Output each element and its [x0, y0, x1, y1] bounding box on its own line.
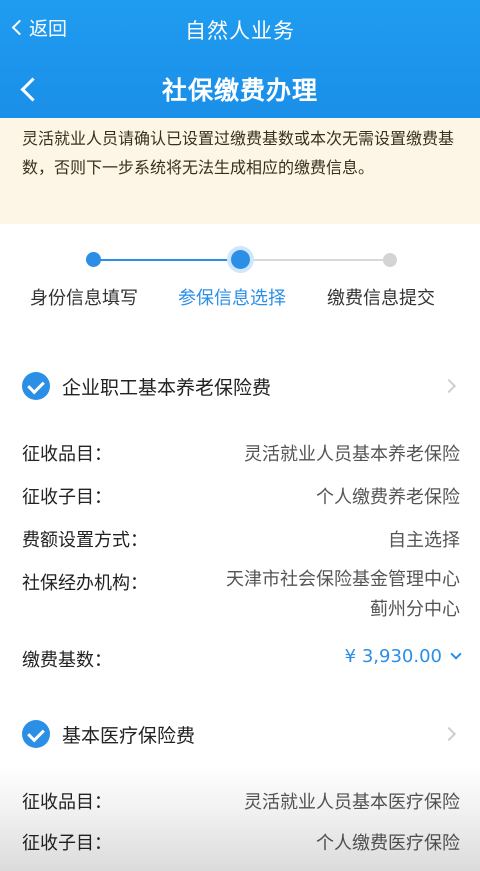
row-key: 缴费基数： [22, 650, 112, 671]
step-line-todo [240, 259, 390, 261]
main-card: 身份信息填写 参保信息选择 缴费信息提交 企业职工基本养老保险费 征收品目： 灵… [0, 224, 480, 871]
app-header-row: 返回 自然人业务 [0, 0, 480, 60]
step-dot-3 [383, 253, 397, 267]
check-circle-icon[interactable] [22, 372, 50, 400]
page-title: 社保缴费办理 [161, 76, 318, 105]
fee-base-value: ¥ 3,930.00 [344, 646, 442, 667]
chevron-right-icon [441, 726, 457, 742]
nav-bar: 社保缴费办理 [0, 60, 480, 118]
section-title: 基本医疗保险费 [62, 724, 196, 747]
app-title: 自然人业务 [185, 19, 295, 43]
section-title: 企业职工基本养老保险费 [62, 376, 272, 399]
row-value-line2: 蓟州分中心 [370, 599, 460, 620]
row-key: 征收品目： [22, 792, 112, 813]
check-circle-icon[interactable] [22, 720, 50, 748]
chevron-left-icon [11, 19, 28, 36]
section-medical-header[interactable]: 基本医疗保险费 [0, 711, 480, 757]
row-value: 个人缴费养老保险 [316, 487, 460, 508]
chevron-down-icon [450, 648, 462, 660]
step-label-3: 缴费信息提交 [327, 288, 435, 309]
row-value: 灵活就业人员基本医疗保险 [244, 792, 460, 813]
row-key: 征收子目： [22, 487, 112, 508]
step-indicator: 身份信息填写 参保信息选择 缴费信息提交 [0, 244, 480, 334]
fee-base-select[interactable]: ¥ 3,930.00 [344, 646, 462, 667]
row-value: 天津市社会保险基金管理中心 蓟州分中心 [226, 565, 460, 625]
step-label-1: 身份信息填写 [30, 288, 138, 309]
notice-banner: 灵活就业人员请确认已设置过缴费基数或本次无需设置缴费基数，否则下一步系统将无法生… [0, 118, 480, 224]
chevron-right-icon [441, 378, 457, 394]
section-pension-header[interactable]: 企业职工基本养老保险费 [0, 363, 480, 409]
back-label: 返回 [29, 18, 68, 40]
step-dot-2 [231, 250, 250, 269]
back-button[interactable]: 返回 [11, 14, 68, 41]
row-key: 社保经办机构： [22, 573, 148, 594]
row-value: 灵活就业人员基本养老保险 [244, 444, 460, 465]
row-value: 个人缴费医疗保险 [316, 833, 460, 854]
row-key: 征收品目： [22, 444, 112, 465]
step-label-2: 参保信息选择 [178, 288, 286, 309]
row-key: 征收子目： [22, 833, 112, 854]
row-value-line1: 天津市社会保险基金管理中心 [226, 569, 460, 590]
step-line-done [94, 259, 240, 261]
step-dot-1 [86, 252, 101, 267]
row-key: 费额设置方式： [22, 530, 148, 551]
row-value: 自主选择 [388, 530, 460, 551]
header: 返回 自然人业务 社保缴费办理 [0, 0, 480, 118]
nav-back-button[interactable] [14, 74, 45, 104]
chevron-left-icon [19, 76, 45, 102]
